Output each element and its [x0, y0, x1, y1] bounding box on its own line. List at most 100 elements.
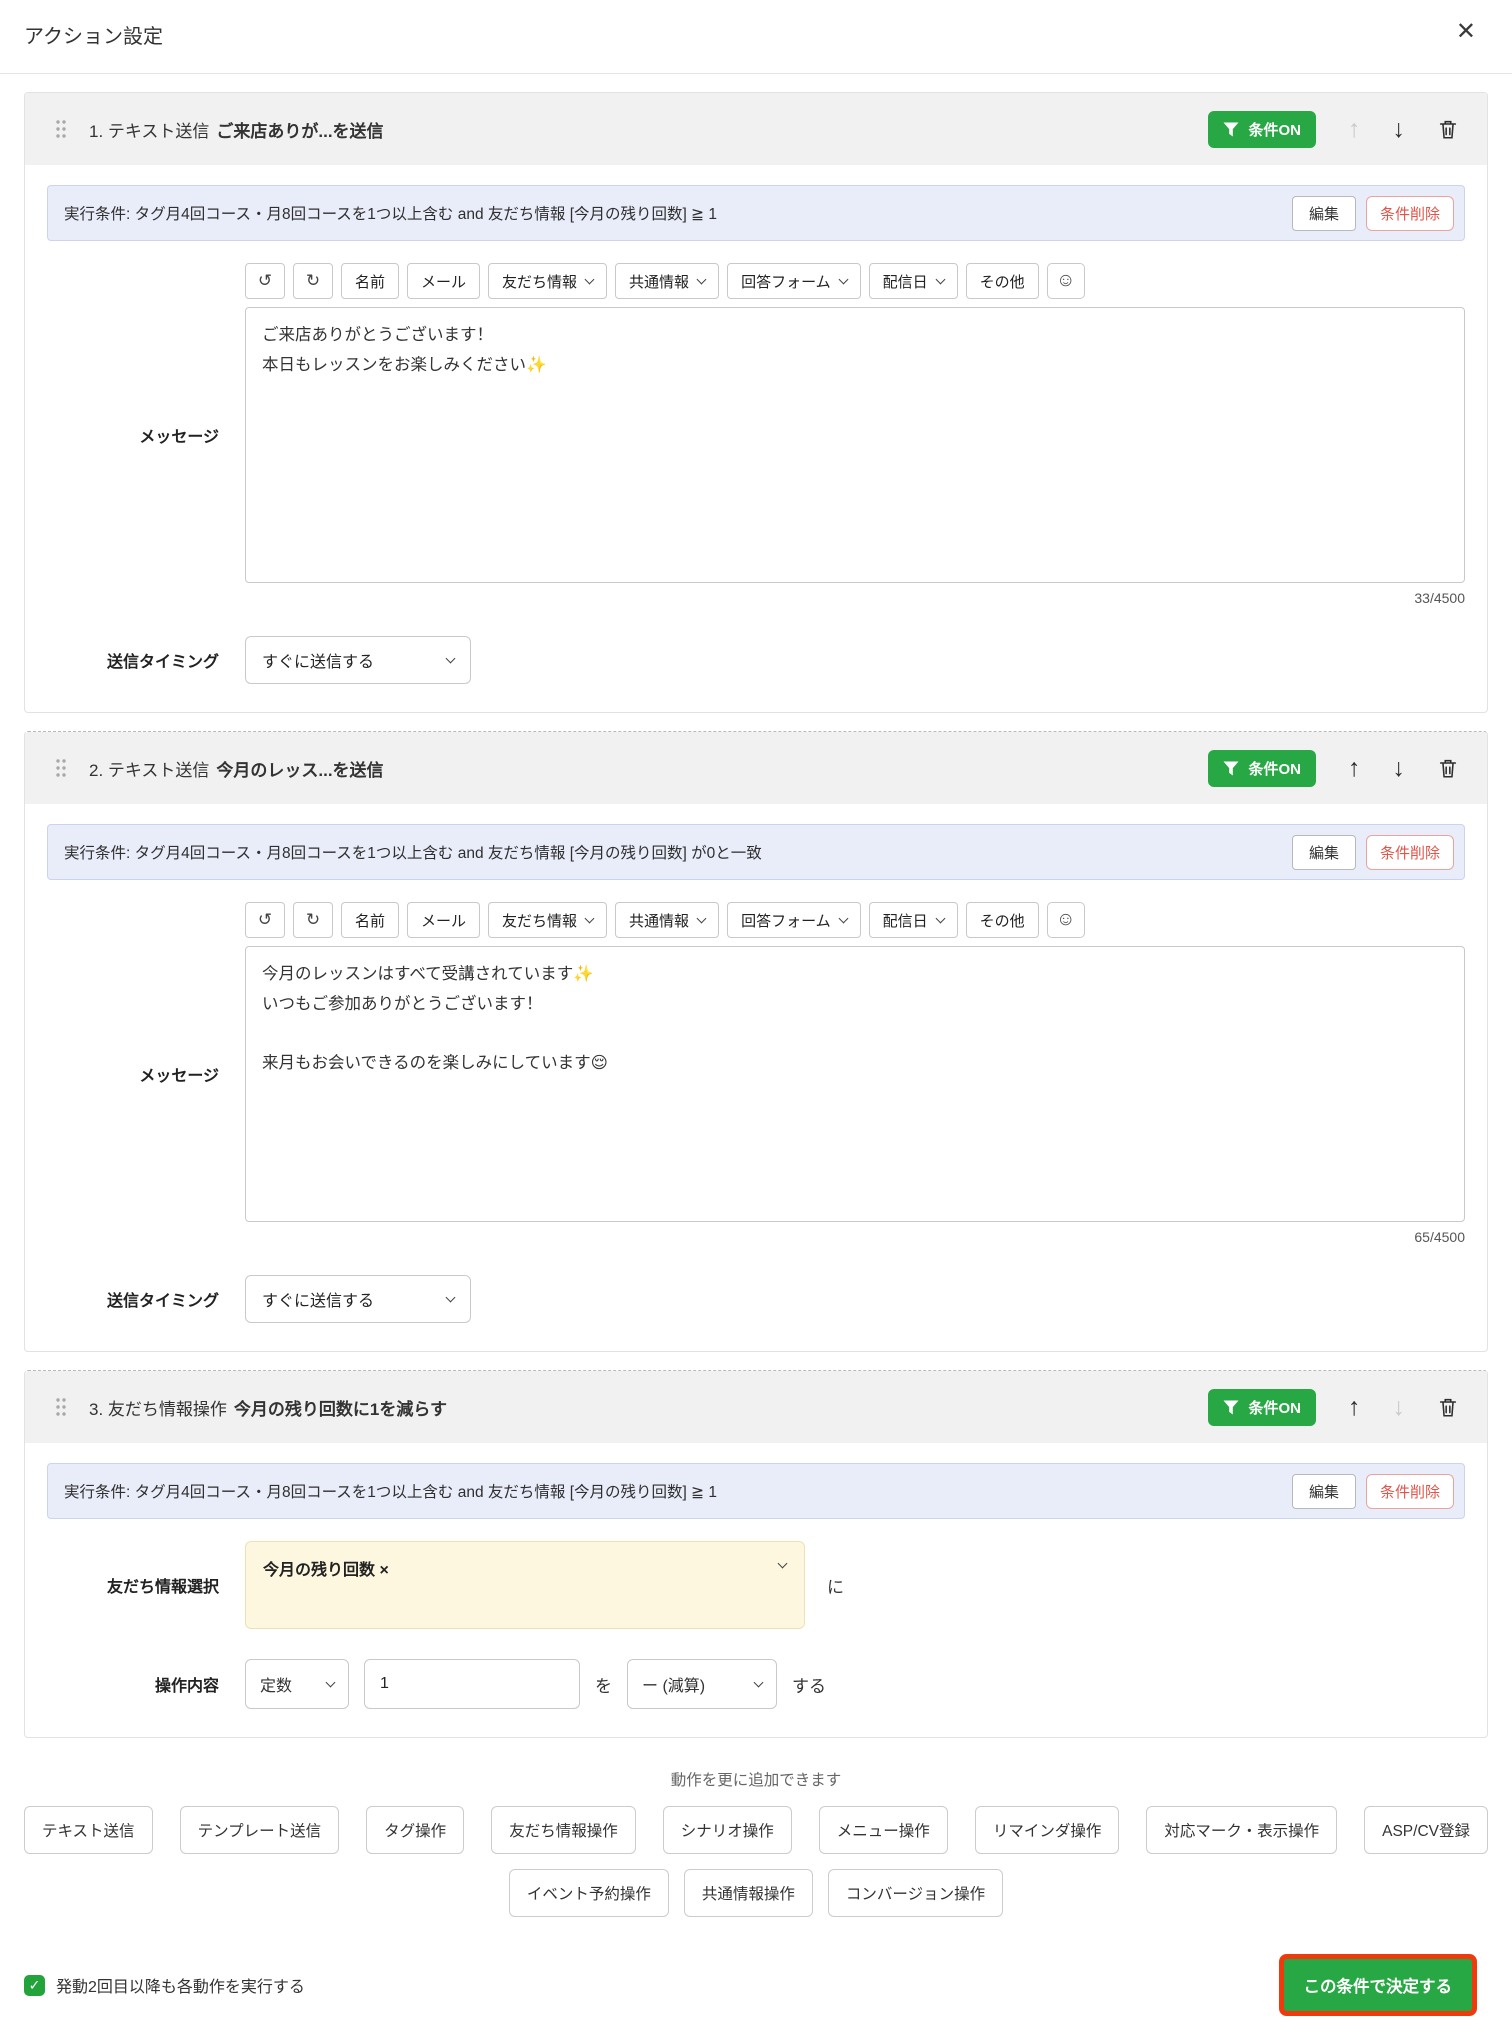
insert-email-button[interactable]: メール: [407, 902, 481, 938]
add-scenario-operation-button[interactable]: シナリオ操作: [662, 1806, 792, 1854]
condition-text: 実行条件: タグ月4回コース・月8回コースを1つ以上含む and 友だち情報 […: [64, 1484, 718, 1501]
repeat-execution-label: 発動2回目以降も各動作を実行する: [56, 1979, 305, 1996]
send-timing-select[interactable]: すぐに送信する: [245, 636, 471, 684]
common-info-dropdown[interactable]: 共通情報: [615, 263, 720, 299]
operation-label: 操作内容: [154, 1678, 219, 1695]
operand-type-select[interactable]: 定数: [245, 1659, 349, 1709]
execution-condition-bar: 実行条件: タグ月4回コース・月8回コースを1つ以上含む and 友だち情報 […: [47, 1463, 1465, 1519]
add-more-hint: 動作を更に追加できます: [670, 1772, 842, 1789]
action-type-label: 3. 友だち情報操作: [89, 1399, 227, 1419]
modal-body: 1. テキスト送信 ご来店ありが...を送信 条件ON ↑ ↓ 実行条件: タグ月…: [0, 92, 1512, 1917]
drag-handle-icon[interactable]: [55, 1397, 67, 1417]
condition-on-badge[interactable]: 条件ON: [1208, 1388, 1316, 1426]
edit-condition-button[interactable]: 編集: [1291, 1473, 1356, 1509]
add-conversion-operation-button[interactable]: コンバージョン操作: [827, 1869, 1004, 1917]
send-timing-select[interactable]: すぐに送信する: [245, 1275, 471, 1323]
delete-condition-button[interactable]: 条件削除: [1365, 834, 1454, 870]
repeat-execution-checkbox[interactable]: ✓ 発動2回目以降も各動作を実行する: [24, 1973, 305, 1997]
move-up-button[interactable]: ↑: [1348, 755, 1361, 781]
action-header-controls: 条件ON ↑ ↓: [1208, 110, 1459, 148]
action-header-controls: 条件ON ↑ ↓: [1208, 1388, 1459, 1426]
add-mark-display-operation-button[interactable]: 対応マーク・表示操作: [1146, 1806, 1338, 1854]
timing-label: 送信タイミング: [106, 654, 219, 671]
move-down-button[interactable]: ↓: [1393, 116, 1406, 142]
move-down-button[interactable]: ↓: [1393, 755, 1406, 781]
drag-handle-icon[interactable]: [55, 758, 67, 778]
insert-email-button[interactable]: メール: [407, 263, 481, 299]
modal-footer: ✓ 発動2回目以降も各動作を実行する この条件で決定する: [0, 1917, 1512, 2041]
add-reminder-operation-button[interactable]: リマインダ操作: [974, 1806, 1120, 1854]
chevron-down-icon: [935, 274, 946, 284]
other-button[interactable]: その他: [965, 902, 1039, 938]
message-toolbar: ↺ ↻ 名前 メール 友だち情報 共通情報 回答フォーム 配信日 その他 ☺: [245, 902, 1465, 938]
add-friend-info-operation-button[interactable]: 友だち情報操作: [491, 1806, 636, 1854]
edit-condition-button[interactable]: 編集: [1291, 834, 1356, 870]
friend-info-dropdown[interactable]: 友だち情報: [488, 263, 608, 299]
confirm-condition-button[interactable]: この条件で決定する: [1283, 1959, 1472, 2011]
delete-condition-button[interactable]: 条件削除: [1365, 195, 1454, 231]
answer-form-dropdown[interactable]: 回答フォーム: [727, 263, 861, 299]
chevron-down-icon: [445, 1292, 456, 1302]
emoji-icon[interactable]: ☺: [1046, 902, 1085, 938]
delete-condition-button[interactable]: 条件削除: [1365, 1473, 1454, 1509]
action-block-3: 3. 友だち情報操作 今月の残り回数に1を減らす 条件ON ↑ ↓ 実行条件: タ…: [24, 1370, 1488, 1738]
add-event-reservation-operation-button[interactable]: イベント予約操作: [508, 1869, 669, 1917]
add-common-info-operation-button[interactable]: 共通情報操作: [683, 1869, 813, 1917]
add-template-send-button[interactable]: テンプレート送信: [179, 1806, 340, 1854]
undo-icon[interactable]: ↺: [245, 263, 285, 299]
move-up-button[interactable]: ↑: [1348, 1394, 1361, 1420]
friend-info-field-select[interactable]: 今月の残り回数 ×: [245, 1541, 805, 1629]
action-title: 1. テキスト送信 ご来店ありが...を送信: [89, 117, 384, 142]
action-type-label: 1. テキスト送信: [89, 121, 210, 141]
action-block-3-header: 3. 友だち情報操作 今月の残り回数に1を減らす 条件ON ↑ ↓: [25, 1371, 1487, 1443]
action-name: 今月の残り回数に1を減らす: [233, 1399, 448, 1419]
page-title: アクション設定: [24, 26, 163, 48]
close-icon[interactable]: ✕: [1456, 20, 1476, 44]
move-down-button: ↓: [1392, 1392, 1406, 1421]
action-title: 3. 友だち情報操作 今月の残り回数に1を減らす: [89, 1395, 447, 1420]
answer-form-dropdown[interactable]: 回答フォーム: [727, 902, 861, 938]
friend-info-select-label: 友だち情報選択: [106, 1579, 219, 1596]
action-name: 今月のレッス...を送信: [216, 760, 384, 780]
filter-icon: [1223, 122, 1239, 136]
action-block-2-header: 2. テキスト送信 今月のレッス...を送信 条件ON ↑ ↓: [25, 732, 1487, 804]
timing-label: 送信タイミング: [106, 1293, 219, 1310]
trash-icon[interactable]: [1437, 1396, 1459, 1419]
chevron-down-icon: [584, 274, 595, 284]
message-textarea[interactable]: ご来店ありがとうございます！ 本日もレッスンをお楽しみください✨: [245, 307, 1465, 583]
chevron-down-icon: [325, 1677, 336, 1687]
operator-select[interactable]: ー (減算): [627, 1659, 777, 1709]
insert-name-button[interactable]: 名前: [341, 263, 400, 299]
operand-value-input[interactable]: [364, 1659, 580, 1709]
delivery-date-dropdown[interactable]: 配信日: [868, 902, 958, 938]
modal-header: アクション設定 ✕: [0, 0, 1512, 74]
chevron-down-icon: [445, 653, 456, 663]
add-menu-operation-button[interactable]: メニュー操作: [818, 1806, 948, 1854]
add-text-send-button[interactable]: テキスト送信: [24, 1806, 153, 1854]
common-info-dropdown[interactable]: 共通情報: [615, 902, 720, 938]
message-label: メッセージ: [139, 1067, 219, 1085]
trash-icon[interactable]: [1437, 757, 1459, 780]
char-counter: 65/4500: [1414, 1229, 1465, 1245]
undo-icon[interactable]: ↺: [245, 902, 285, 938]
message-label: メッセージ: [139, 428, 219, 446]
other-button[interactable]: その他: [965, 263, 1039, 299]
condition-on-badge[interactable]: 条件ON: [1208, 110, 1316, 148]
redo-icon[interactable]: ↻: [293, 263, 333, 299]
emoji-icon[interactable]: ☺: [1046, 263, 1085, 299]
add-aspcv-register-button[interactable]: ASP/CV登録: [1364, 1806, 1488, 1854]
redo-icon[interactable]: ↻: [293, 902, 333, 938]
edit-condition-button[interactable]: 編集: [1291, 195, 1356, 231]
add-action-row-1: テキスト送信 テンプレート送信 タグ操作 友だち情報操作 シナリオ操作 メニュー…: [24, 1806, 1488, 1854]
delivery-date-dropdown[interactable]: 配信日: [868, 263, 958, 299]
drag-handle-icon[interactable]: [55, 119, 67, 139]
action-title: 2. テキスト送信 今月のレッス...を送信: [89, 756, 384, 781]
insert-name-button[interactable]: 名前: [341, 902, 400, 938]
message-textarea[interactable]: 今月のレッスンはすべて受講されています✨ いつもご参加ありがとうございます！ 来…: [245, 946, 1465, 1222]
friend-info-dropdown[interactable]: 友だち情報: [488, 902, 608, 938]
trash-icon[interactable]: [1437, 118, 1459, 141]
add-tag-operation-button[interactable]: タグ操作: [366, 1806, 465, 1854]
chevron-down-icon: [753, 1677, 764, 1687]
checkbox-checked-icon[interactable]: ✓: [24, 1974, 45, 1996]
condition-on-badge[interactable]: 条件ON: [1208, 749, 1316, 787]
